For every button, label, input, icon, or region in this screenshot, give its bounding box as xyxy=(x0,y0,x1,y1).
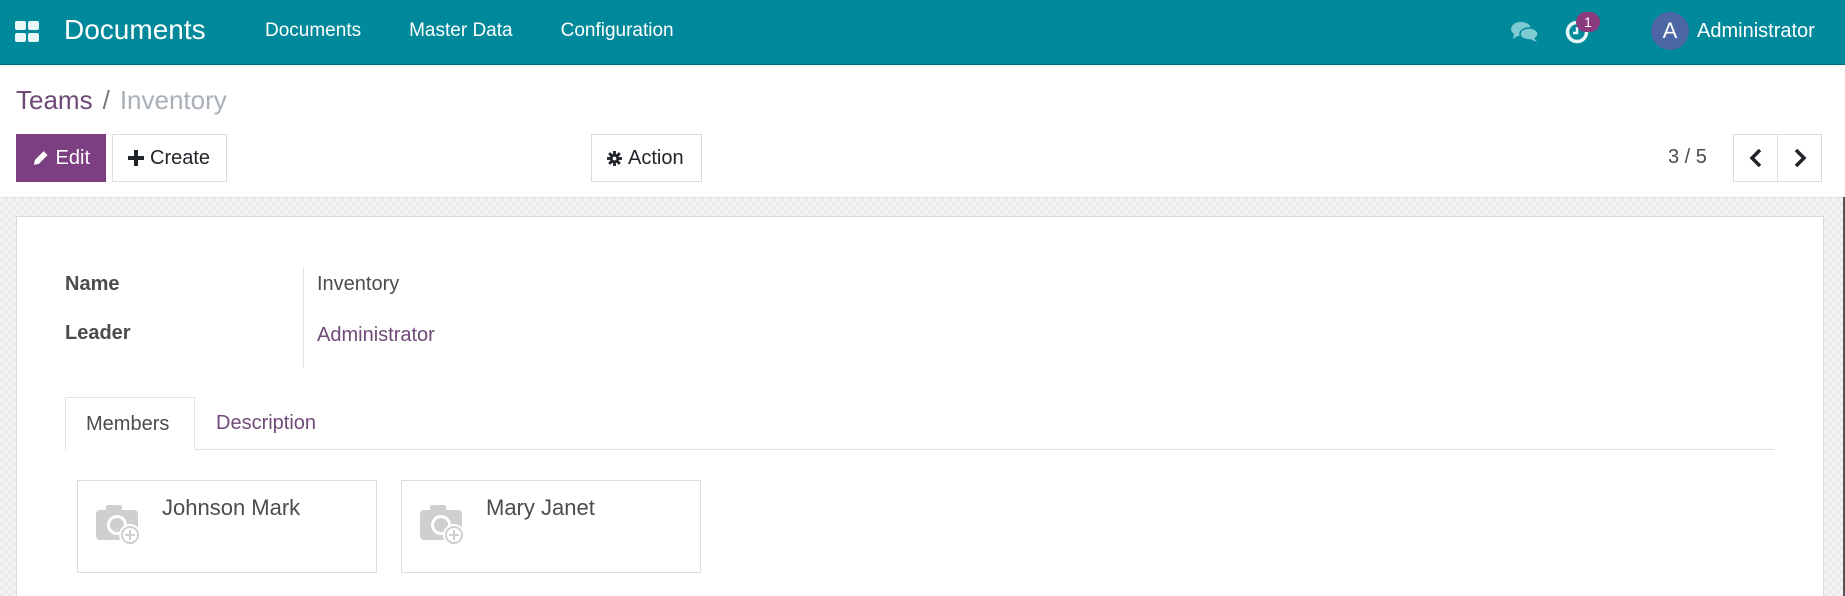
camera-add-icon xyxy=(420,503,468,547)
member-card[interactable]: Mary Janet xyxy=(401,480,701,573)
member-name: Mary Janet xyxy=(486,495,595,520)
create-button[interactable]: Create xyxy=(112,134,227,182)
create-label: Create xyxy=(150,146,211,169)
name-label: Name xyxy=(65,273,120,295)
field-divider xyxy=(303,268,304,368)
breadcrumb-teams[interactable]: Teams xyxy=(16,85,93,116)
top-navbar: Documents Documents Master Data Configur… xyxy=(0,0,1845,65)
plus-icon xyxy=(128,150,144,166)
member-card[interactable]: Johnson Mark xyxy=(77,480,377,573)
leader-label: Leader xyxy=(65,322,131,344)
pager-previous-button[interactable] xyxy=(1733,134,1778,182)
tab-members[interactable]: Members xyxy=(65,397,195,450)
apps-grid-icon[interactable] xyxy=(15,21,40,43)
chevron-right-icon xyxy=(1794,148,1806,168)
menu-configuration[interactable]: Configuration xyxy=(561,20,674,42)
menu-documents[interactable]: Documents xyxy=(265,20,361,42)
gear-icon xyxy=(607,150,622,166)
menu-master-data[interactable]: Master Data xyxy=(409,20,512,42)
avatar[interactable]: A xyxy=(1651,12,1689,50)
camera-add-icon xyxy=(96,503,144,547)
breadcrumb-separator: / xyxy=(102,85,110,115)
action-label: Action xyxy=(628,146,684,169)
leader-link[interactable]: Administrator xyxy=(317,324,435,347)
edit-button[interactable]: Edit xyxy=(16,134,106,182)
breadcrumb-current: Inventory xyxy=(119,85,227,115)
main-menu: Documents Master Data Configuration xyxy=(265,20,674,42)
chat-bubbles-icon[interactable] xyxy=(1510,20,1540,44)
member-name: Johnson Mark xyxy=(162,495,301,520)
pencil-icon xyxy=(33,151,48,165)
edit-label: Edit xyxy=(55,146,90,169)
pager-value[interactable]: 3 / 5 xyxy=(1668,146,1707,169)
user-menu[interactable]: Administrator xyxy=(1697,20,1815,43)
breadcrumb: Teams / Inventory xyxy=(16,85,227,116)
action-button[interactable]: Action xyxy=(591,134,702,182)
tab-description[interactable]: Description xyxy=(196,397,336,450)
pager-next-button[interactable] xyxy=(1777,134,1822,182)
app-title[interactable]: Documents xyxy=(64,14,206,46)
name-value: Inventory xyxy=(317,273,400,295)
chevron-left-icon xyxy=(1749,148,1761,168)
activity-counter-badge: 1 xyxy=(1576,12,1600,32)
